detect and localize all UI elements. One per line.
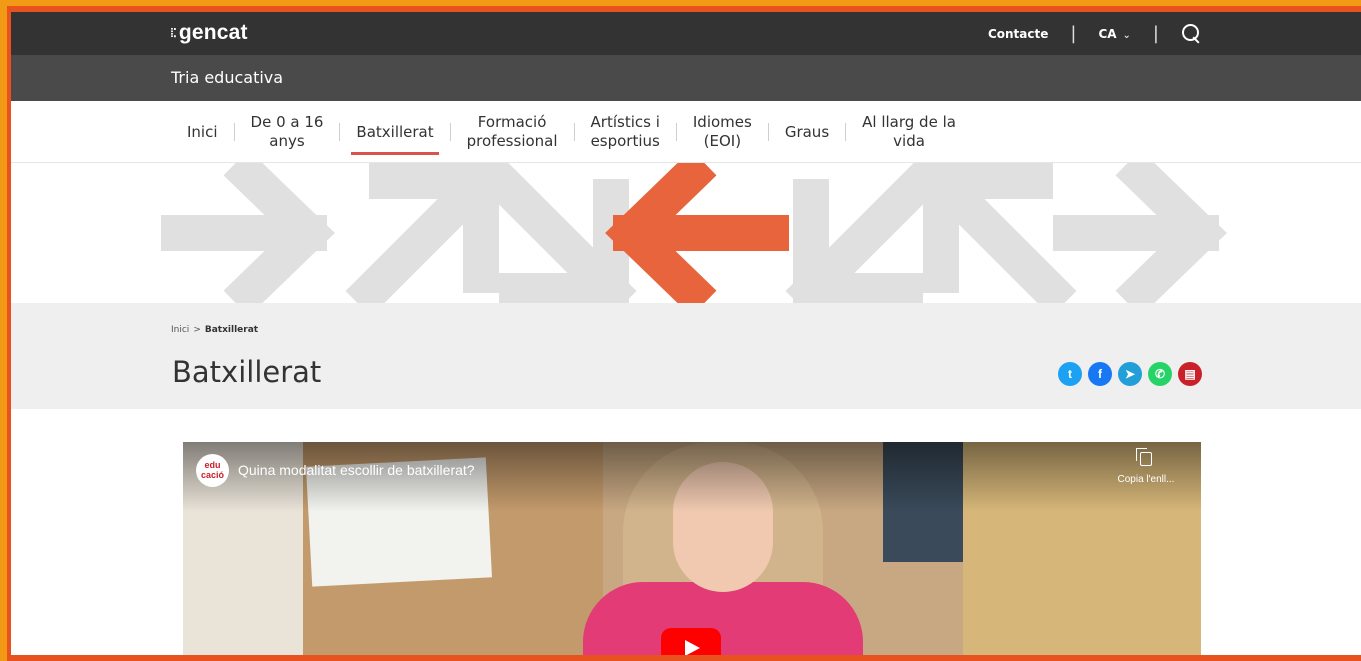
nav-item[interactable]: De 0 a 16 anys [235, 113, 340, 151]
nav-item-label: Graus [784, 122, 830, 141]
page-title: Batxillerat [172, 355, 322, 389]
site-subtitle[interactable]: Tria educativa [171, 68, 283, 87]
page: ⁞⁚ gencat Contacte | CA ⌄ | Tria educativ… [11, 12, 1361, 655]
twitter-icon[interactable]: t [1058, 362, 1082, 386]
channel-avatar[interactable]: edu cació [196, 454, 229, 487]
nav-item[interactable]: Batxillerat [340, 122, 449, 155]
copy-icon [1136, 448, 1152, 466]
nav-item-label: Inici [187, 122, 218, 141]
arrow-down-left-icon [785, 163, 947, 303]
contact-link[interactable]: Contacte [988, 27, 1048, 41]
nav-item[interactable]: Artístics i esportius [575, 113, 676, 151]
copy-link-button[interactable]: Copia l'enll... [1111, 448, 1181, 485]
language-selector[interactable]: CA ⌄ [1098, 27, 1130, 41]
nav-item[interactable]: Formació professional [451, 113, 574, 151]
breadcrumb: Inici > Batxillerat [171, 325, 258, 335]
presenter-jacket [583, 582, 863, 655]
print-icon[interactable]: ▤ [1178, 362, 1202, 386]
arrow-up-left-icon [915, 163, 1077, 303]
nav-item[interactable]: Inici [171, 123, 234, 142]
share-buttons: t f ➤ ✆ ▤ [1058, 362, 1202, 386]
chevron-down-icon: ⌄ [1122, 29, 1131, 41]
nav-item-label: esportius [590, 132, 660, 150]
video-player[interactable]: edu cació Quina modalitat escollir de ba… [183, 442, 1201, 655]
nav-item-label: Artístics i [590, 113, 660, 132]
top-nav: Contacte | CA ⌄ | [988, 12, 1201, 55]
channel-avatar-line2: cació [200, 470, 224, 480]
telegram-icon[interactable]: ➤ [1118, 362, 1142, 386]
top-nav-divider: | [1152, 23, 1159, 44]
whatsapp-icon[interactable]: ✆ [1148, 362, 1172, 386]
breadcrumb-home[interactable]: Inici [171, 325, 189, 335]
gencat-logo-icon: ⁞⁚ [170, 26, 177, 40]
arrows-graphic [161, 163, 1227, 303]
video-title[interactable]: Quina modalitat escollir de batxillerat? [238, 462, 475, 478]
breadcrumb-separator: > [193, 325, 201, 335]
main-nav: Inici De 0 a 16 anys Batxillerat Formació pro… [11, 101, 1361, 163]
copy-link-label: Copia l'enll... [1117, 474, 1175, 485]
nav-item-label: vida [893, 132, 925, 150]
nav-item-label: Al llarg de la [862, 113, 956, 132]
arrow-up-right-icon [345, 163, 507, 303]
nav-item[interactable]: Idiomes (EOI) [677, 113, 768, 151]
banner-arrows [11, 163, 1361, 303]
logo-text: gencat [178, 21, 248, 44]
top-nav-divider: | [1070, 23, 1077, 44]
title-zone: Inici > Batxillerat Batxillerat t f ➤ ✆ ▤ [11, 303, 1361, 409]
search-icon[interactable] [1181, 23, 1201, 45]
language-label: CA [1098, 26, 1117, 41]
arrow-down-right-icon [475, 163, 637, 303]
nav-item-label: anys [269, 132, 305, 150]
nav-item-label: professional [466, 132, 558, 150]
channel-avatar-line1: edu [204, 460, 221, 470]
nav-item-label: (EOI) [703, 132, 742, 150]
facebook-icon[interactable]: f [1088, 362, 1112, 386]
nav-item[interactable]: Al llarg de la vida [846, 113, 972, 151]
nav-item-label: Batxillerat [356, 122, 434, 141]
breadcrumb-current: Batxillerat [204, 325, 259, 335]
nav-item-label: Formació [477, 113, 547, 132]
arrow-right-icon [161, 163, 335, 303]
arrow-left-icon [605, 163, 789, 303]
nav-item-label: De 0 a 16 [250, 113, 324, 132]
play-button[interactable] [661, 628, 721, 655]
arrow-right-icon [1053, 163, 1227, 303]
gencat-logo[interactable]: ⁞⁚ gencat [170, 21, 248, 45]
top-bar: ⁞⁚ gencat Contacte | CA ⌄ | [11, 12, 1361, 55]
site-subtitle-bar: Tria educativa [11, 55, 1361, 101]
nav-item[interactable]: Graus [769, 123, 845, 142]
nav-item-label: Idiomes [692, 113, 752, 132]
